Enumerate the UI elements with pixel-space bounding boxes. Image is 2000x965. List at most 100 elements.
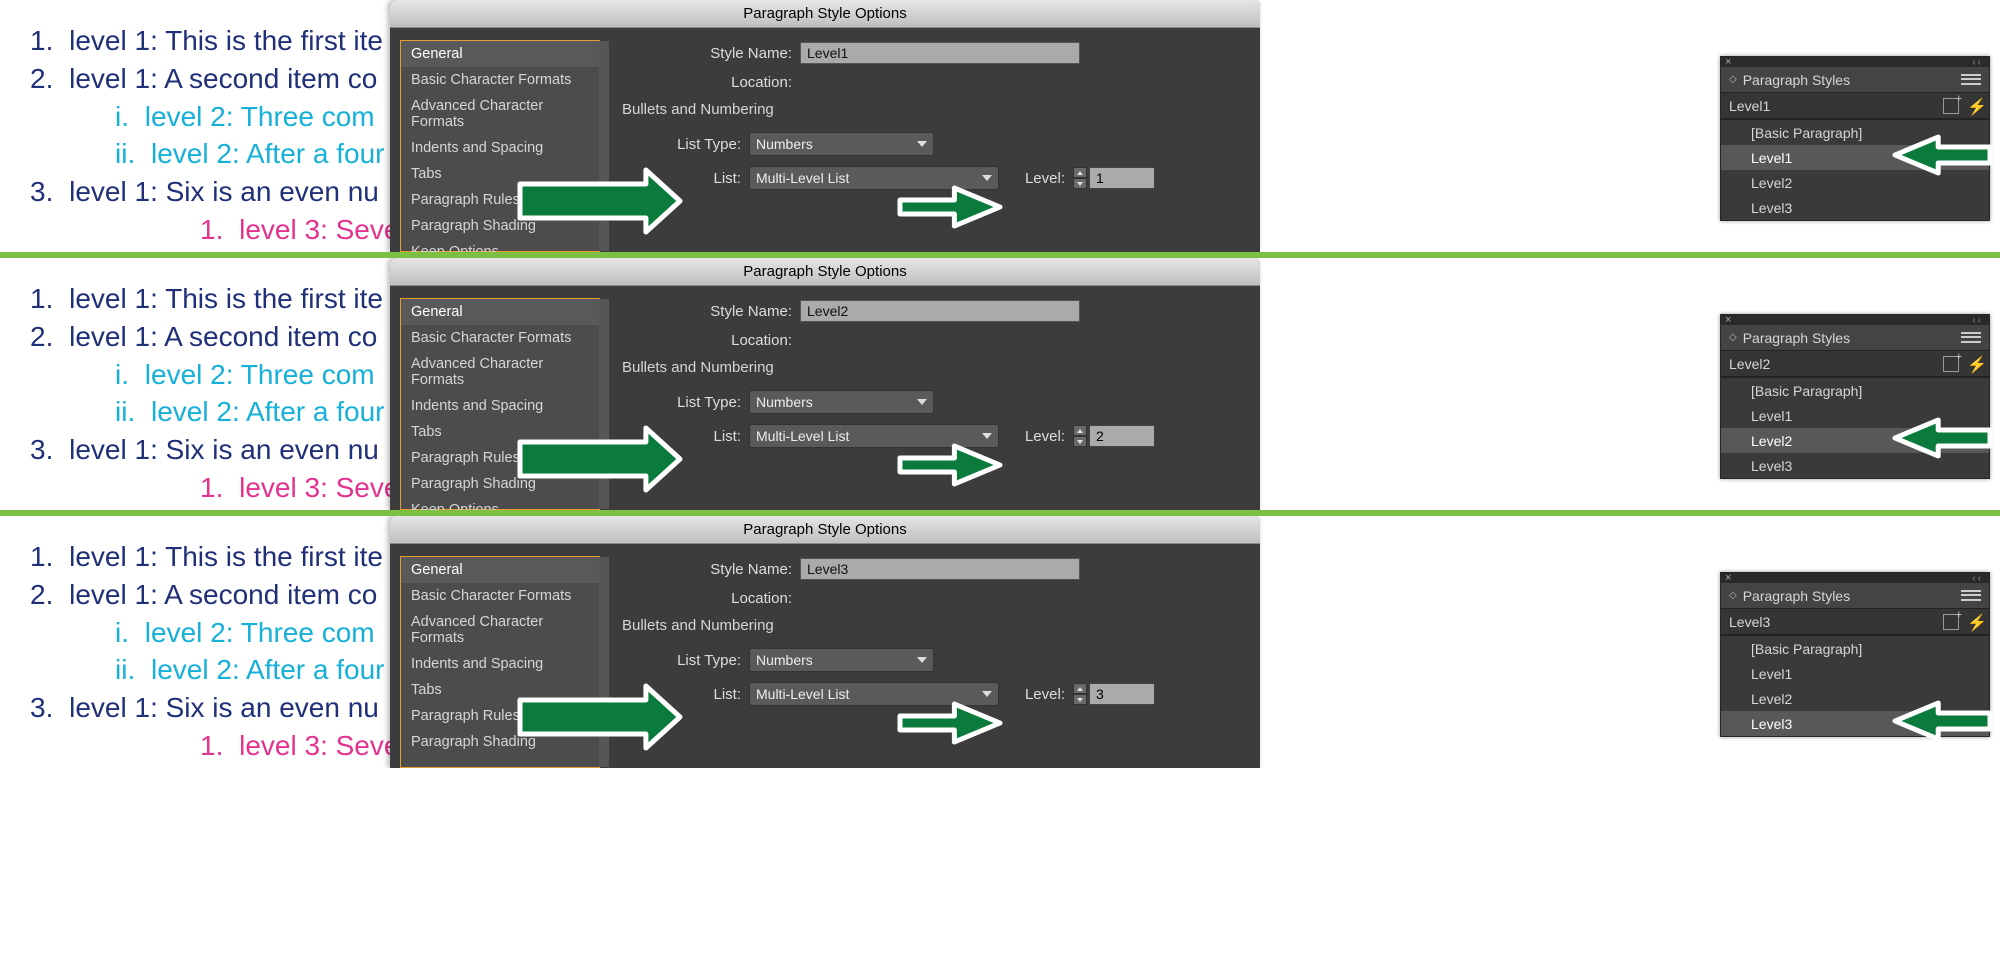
section-list-item[interactable]: Paragraph Rules: [401, 187, 599, 213]
panel-list-item[interactable]: [Basic Paragraph]: [1721, 636, 1989, 661]
current-style-name: Level1: [1729, 98, 1770, 114]
panel-style-list[interactable]: [Basic Paragraph]Level1Level2Level3: [1721, 635, 1989, 736]
level-input[interactable]: [1089, 683, 1155, 705]
panel-list-item[interactable]: Level1: [1721, 661, 1989, 686]
section-list-item[interactable]: Indents and Spacing: [401, 393, 599, 419]
section-list-item[interactable]: Indents and Spacing: [401, 651, 599, 677]
panel-menu-icon[interactable]: [1961, 331, 1981, 345]
document-preview: 1. level 1: This is the first ite2. leve…: [30, 538, 399, 765]
section-list-item[interactable]: General: [401, 299, 599, 325]
section-list-item[interactable]: Tabs: [401, 677, 599, 703]
diamond-icon: ◇: [1729, 332, 1737, 343]
section-list-item[interactable]: Tabs: [401, 161, 599, 187]
panel-list-item[interactable]: Level2: [1721, 170, 1989, 195]
level-input[interactable]: [1089, 425, 1155, 447]
panel-list-item[interactable]: Level1: [1721, 145, 1989, 170]
section-list-item[interactable]: Basic Character Formats: [401, 67, 599, 93]
section-list-item[interactable]: General: [401, 41, 599, 67]
panel-list-item[interactable]: Level3: [1721, 453, 1989, 478]
section-list-item[interactable]: General: [401, 557, 599, 583]
collapse-icon[interactable]: ‹‹: [1972, 315, 1983, 326]
diamond-icon: ◇: [1729, 74, 1737, 85]
section-list-item[interactable]: Paragraph Rules: [401, 703, 599, 729]
panel-list-item[interactable]: Level3: [1721, 195, 1989, 220]
list-label: List:: [622, 428, 741, 445]
diamond-icon: ◇: [1729, 590, 1737, 601]
panel-list-item[interactable]: Level3: [1721, 711, 1989, 736]
panel-header: ◇ Paragraph Styles: [1721, 583, 1989, 609]
paragraph-style-options-dialog: Paragraph Style Options GeneralBasic Char…: [390, 516, 1260, 768]
section-list-item[interactable]: Keep Options: [401, 497, 599, 510]
chevron-down-icon: [982, 433, 992, 439]
panel-style-list[interactable]: [Basic Paragraph]Level1Level2Level3: [1721, 377, 1989, 478]
section-list-item[interactable]: Basic Character Formats: [401, 583, 599, 609]
section-list-item[interactable]: Tabs: [401, 419, 599, 445]
style-name-input[interactable]: [800, 42, 1080, 64]
list-dropdown[interactable]: Multi-Level List: [749, 682, 999, 706]
paragraph-styles-panel: × ‹‹◇ Paragraph Styles Level1 ⚡ [Basic Pa…: [1720, 56, 1990, 221]
close-icon[interactable]: ×: [1725, 315, 1731, 325]
panel-list-item[interactable]: Level2: [1721, 686, 1989, 711]
level-stepper[interactable]: [1073, 425, 1087, 447]
list-type-dropdown[interactable]: Numbers: [749, 132, 934, 156]
new-style-icon[interactable]: [1943, 98, 1959, 114]
section-header: Bullets and Numbering: [622, 617, 1250, 634]
collapse-icon[interactable]: ‹‹: [1972, 573, 1983, 584]
panel-list-item[interactable]: Level2: [1721, 428, 1989, 453]
dialog-section-list[interactable]: GeneralBasic Character FormatsAdvanced C…: [400, 556, 600, 768]
style-name-input[interactable]: [800, 558, 1080, 580]
panel-menu-icon[interactable]: [1961, 589, 1981, 603]
paragraph-styles-panel: × ‹‹◇ Paragraph Styles Level3 ⚡ [Basic Pa…: [1720, 572, 1990, 737]
section-header: Bullets and Numbering: [622, 101, 1250, 118]
panel-list-item[interactable]: [Basic Paragraph]: [1721, 120, 1989, 145]
dialog-section-list[interactable]: GeneralBasic Character FormatsAdvanced C…: [400, 40, 600, 252]
quick-apply-icon[interactable]: ⚡: [1967, 613, 1981, 631]
panel-menu-icon[interactable]: [1961, 73, 1981, 87]
collapse-icon[interactable]: ‹‹: [1972, 57, 1983, 68]
location-label: Location:: [622, 590, 792, 607]
list-dropdown[interactable]: Multi-Level List: [749, 166, 999, 190]
quick-apply-icon[interactable]: ⚡: [1967, 355, 1981, 373]
document-preview: 1. level 1: This is the first ite2. leve…: [30, 22, 399, 249]
current-style-name: Level2: [1729, 356, 1770, 372]
section-list-item[interactable]: Advanced Character Formats: [401, 93, 599, 135]
panel-list-item[interactable]: Level1: [1721, 403, 1989, 428]
level-label: Level:: [1005, 686, 1065, 703]
level-input[interactable]: [1089, 167, 1155, 189]
chevron-down-icon: [917, 399, 927, 405]
dialog-title: Paragraph Style Options: [390, 516, 1260, 544]
new-style-icon[interactable]: [1943, 356, 1959, 372]
paragraph-styles-panel: ×‹‹◇ Paragraph Styles Level2 ⚡ [Basic Pa…: [1720, 314, 1990, 479]
panel-list-item[interactable]: [Basic Paragraph]: [1721, 378, 1989, 403]
section-list-item[interactable]: Paragraph Shading: [401, 213, 599, 239]
panel-style-list[interactable]: [Basic Paragraph]Level1Level2Level3: [1721, 119, 1989, 220]
section-list-item[interactable]: Advanced Character Formats: [401, 609, 599, 651]
dialog-section-list[interactable]: GeneralBasic Character FormatsAdvanced C…: [400, 298, 600, 510]
section-list-item[interactable]: Paragraph Shading: [401, 729, 599, 755]
panel-header: ◇ Paragraph Styles: [1721, 67, 1989, 93]
section-list-item[interactable]: Basic Character Formats: [401, 325, 599, 351]
close-icon[interactable]: ×: [1725, 573, 1731, 583]
close-icon[interactable]: ×: [1725, 57, 1731, 67]
dialog-title: Paragraph Style Options: [390, 258, 1260, 286]
list-type-dropdown[interactable]: Numbers: [749, 390, 934, 414]
style-name-input[interactable]: [800, 300, 1080, 322]
level-stepper[interactable]: [1073, 683, 1087, 705]
new-style-icon[interactable]: [1943, 614, 1959, 630]
list-type-label: List Type:: [622, 394, 741, 411]
section-list-item[interactable]: Paragraph Rules: [401, 445, 599, 471]
list-dropdown[interactable]: Multi-Level List: [749, 424, 999, 448]
section-list-item[interactable]: Paragraph Shading: [401, 471, 599, 497]
location-label: Location:: [622, 74, 792, 91]
paragraph-style-options-dialog: Paragraph Style OptionsGeneralBasic Char…: [390, 0, 1260, 252]
section-list-item[interactable]: Advanced Character Formats: [401, 351, 599, 393]
location-label: Location:: [622, 332, 792, 349]
list-type-dropdown[interactable]: Numbers: [749, 648, 934, 672]
quick-apply-icon[interactable]: ⚡: [1967, 97, 1981, 115]
current-style-name: Level3: [1729, 614, 1770, 630]
level-stepper[interactable]: [1073, 167, 1087, 189]
list-type-label: List Type:: [622, 652, 741, 669]
section-list-item[interactable]: Keep Options: [401, 239, 599, 252]
section-list-item[interactable]: Indents and Spacing: [401, 135, 599, 161]
style-name-label: Style Name:: [622, 303, 792, 320]
